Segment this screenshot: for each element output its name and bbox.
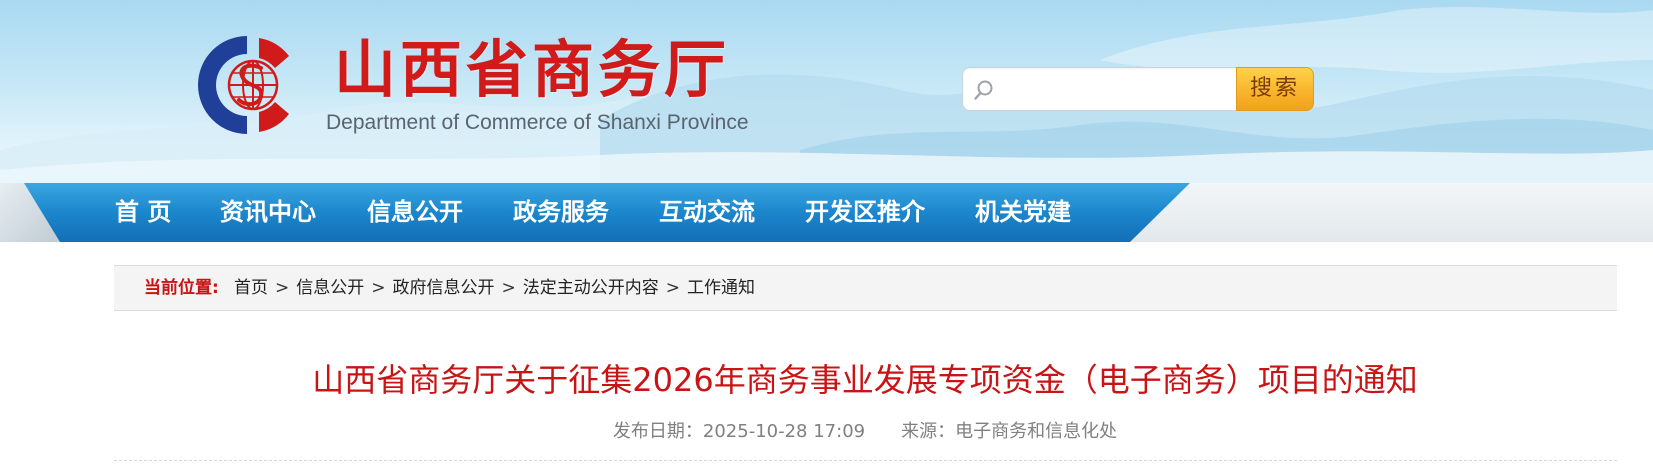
divider	[114, 460, 1617, 461]
nav-left-decoration	[0, 183, 60, 242]
nav-item-gov-services[interactable]: 政务服务	[513, 183, 609, 242]
search-button[interactable]: 搜索	[1236, 67, 1314, 111]
nav-item-party-building[interactable]: 机关党建	[975, 183, 1071, 242]
nav-item-dev-zones[interactable]: 开发区推介	[805, 183, 925, 242]
search-box[interactable]	[962, 67, 1273, 111]
header-banner: 山西省商务厅 Department of Commerce of Shanxi …	[0, 0, 1653, 183]
nav-item-info-disclosure[interactable]: 信息公开	[367, 183, 463, 242]
main-nav: 首 页 资讯中心 信息公开 政务服务 互动交流 开发区推介 机关党建	[0, 183, 1653, 242]
nav-item-interaction[interactable]: 互动交流	[659, 183, 755, 242]
breadcrumb-item-gov-info[interactable]: 政府信息公开	[393, 278, 495, 298]
site-title: 山西省商务厅	[334, 33, 731, 106]
article-source: 来源：电子商务和信息化处	[901, 421, 1118, 442]
article-meta: 发布日期：2025-10-28 17:09 来源：电子商务和信息化处	[0, 419, 1653, 445]
nav-item-news[interactable]: 资讯中心	[220, 183, 316, 242]
breadcrumb-separator: >	[665, 278, 680, 298]
search-input[interactable]	[1003, 74, 1197, 106]
breadcrumb-separator: >	[501, 278, 516, 298]
breadcrumb-item-home[interactable]: 首页	[234, 278, 268, 298]
site-subtitle: Department of Commerce of Shanxi Provinc…	[326, 111, 749, 134]
breadcrumb-item-statutory-content[interactable]: 法定主动公开内容	[523, 278, 659, 298]
breadcrumb: 当前位置: 首页 > 信息公开 > 政府信息公开 > 法定主动公开内容 > 工作通知	[114, 265, 1617, 311]
breadcrumb-label: 当前位置:	[144, 278, 219, 298]
article-title: 山西省商务厅关于征集2026年商务事业发展专项资金（电子商务）项目的通知	[312, 361, 1418, 399]
breadcrumb-separator: >	[275, 278, 290, 298]
publish-date: 发布日期：2025-10-28 17:09	[612, 421, 866, 442]
nav-right-decoration	[1130, 183, 1653, 242]
breadcrumb-item-info-disclosure[interactable]: 信息公开	[296, 278, 364, 298]
breadcrumb-item-work-notices[interactable]: 工作通知	[687, 278, 755, 298]
breadcrumb-separator: >	[371, 278, 386, 298]
commerce-emblem-icon	[198, 36, 289, 134]
search-icon	[974, 80, 993, 100]
nav-item-home[interactable]: 首 页	[115, 183, 171, 242]
